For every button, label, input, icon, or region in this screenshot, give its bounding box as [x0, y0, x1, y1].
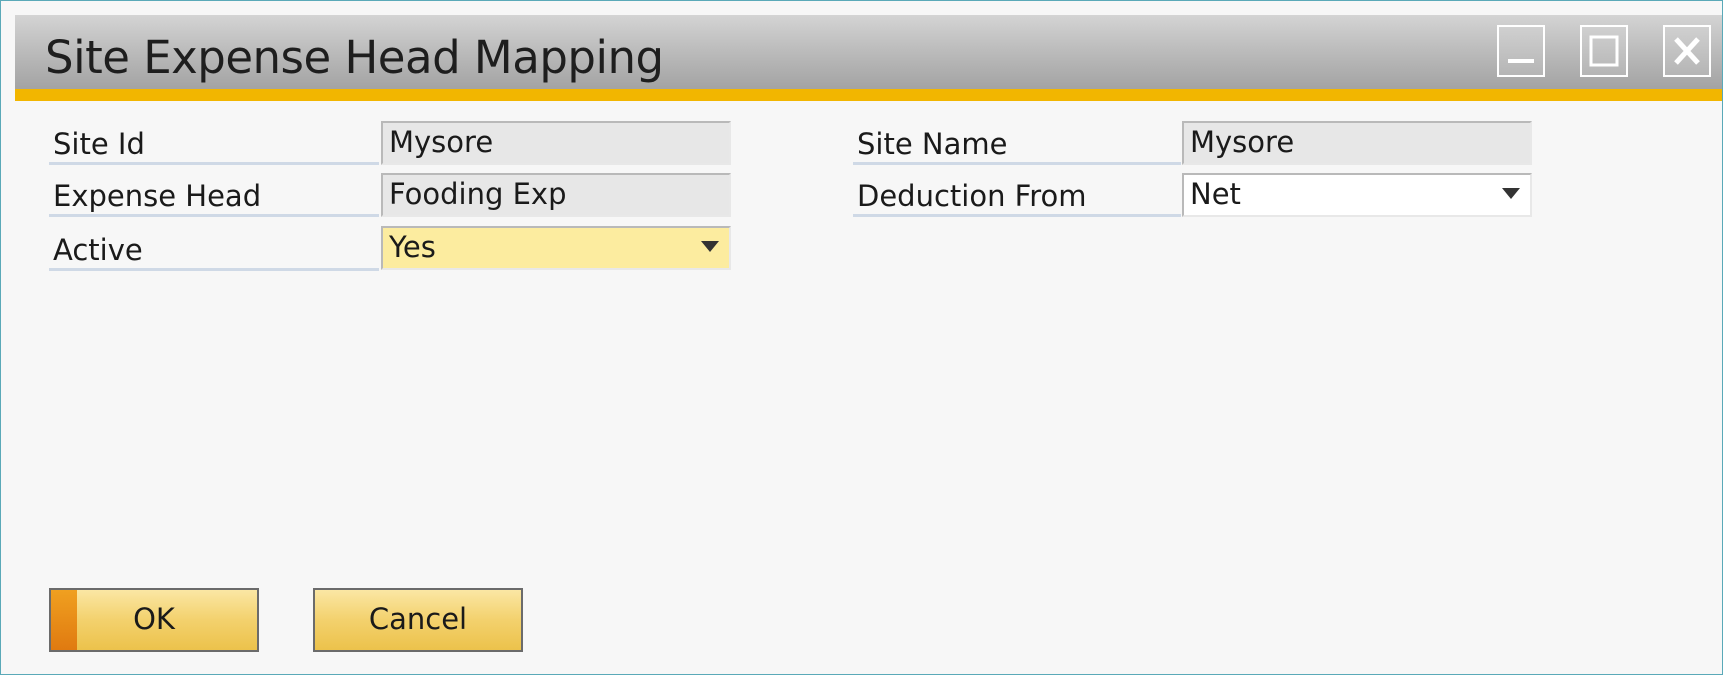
site-name-label: Site Name — [853, 125, 1181, 165]
close-button[interactable] — [1663, 25, 1711, 77]
maximize-button[interactable] — [1580, 25, 1628, 77]
dropdown-arrow-icon[interactable] — [701, 241, 719, 252]
expense-head-field[interactable]: Fooding Exp — [381, 173, 731, 217]
title-bar[interactable]: Site Expense Head Mapping — [15, 15, 1722, 101]
site-name-field[interactable]: Mysore — [1182, 121, 1532, 165]
expense-head-label: Expense Head — [49, 177, 379, 217]
dialog-window: Site Expense Head Mapping Site Id Mysore… — [0, 0, 1723, 675]
cancel-button-label: Cancel — [368, 602, 468, 636]
minimize-button[interactable] — [1497, 25, 1545, 77]
active-dropdown[interactable]: Yes — [381, 226, 731, 270]
deduction-from-dropdown[interactable]: Net — [1182, 173, 1532, 217]
minimize-icon — [1508, 59, 1534, 63]
window-title: Site Expense Head Mapping — [45, 31, 664, 84]
active-value: Yes — [389, 230, 436, 264]
ok-button[interactable]: OK — [49, 588, 259, 652]
deduction-from-value: Net — [1190, 177, 1241, 211]
close-icon — [1674, 37, 1700, 65]
maximize-icon — [1589, 35, 1619, 67]
active-label: Active — [49, 231, 379, 271]
deduction-from-label: Deduction From — [853, 177, 1181, 217]
cancel-button[interactable]: Cancel — [313, 588, 523, 652]
site-id-label: Site Id — [49, 125, 379, 165]
dropdown-arrow-icon[interactable] — [1502, 188, 1520, 199]
site-id-field[interactable]: Mysore — [381, 121, 731, 165]
ok-button-label: OK — [133, 602, 175, 636]
